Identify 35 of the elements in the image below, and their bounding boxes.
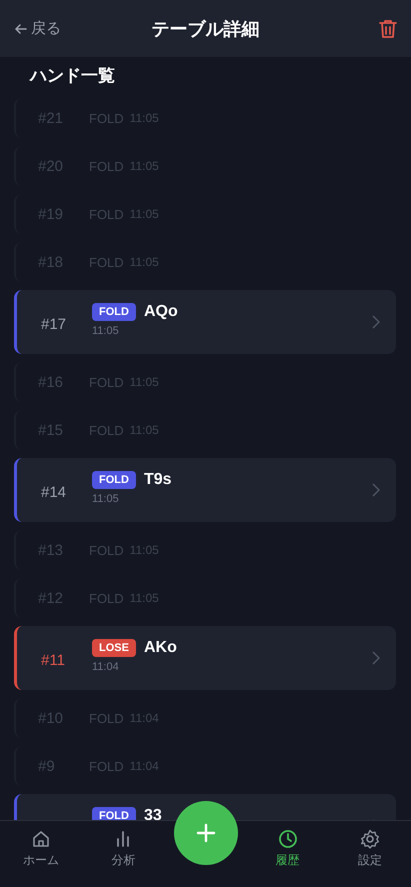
chevron-icon — [372, 315, 380, 329]
result-badge: LOSE — [92, 639, 136, 657]
screen-title: テーブル詳細 — [152, 18, 260, 40]
hand-cards: T9s — [144, 471, 172, 489]
nav-tab[interactable]: ホーム — [0, 829, 82, 869]
hand-card[interactable]: #14 FOLD T9s 11:05 — [14, 458, 396, 522]
clock-icon — [278, 829, 298, 849]
nav-tab[interactable]: 履歴 — [246, 829, 329, 869]
result-badge: FOLD — [92, 303, 136, 321]
hand-cards: AKo — [144, 639, 177, 657]
hand-time: 11:05 — [92, 325, 120, 337]
trash-icon — [379, 18, 397, 38]
hand-number: #11 — [41, 652, 66, 669]
delete-button[interactable] — [379, 18, 397, 38]
chevron-icon — [372, 483, 380, 497]
hand-cards: AQo — [144, 303, 178, 321]
hand-card[interactable]: #17 FOLD AQo 11:05 — [14, 290, 396, 354]
settings-icon — [360, 829, 380, 849]
chevron-icon — [372, 651, 380, 665]
hand-time: 11:05 — [92, 493, 120, 505]
plus-icon — [196, 823, 216, 843]
home-icon — [31, 829, 52, 849]
nav-tab[interactable]: 設定 — [328, 829, 411, 869]
back-button[interactable]: 戻る — [14, 19, 61, 38]
hand-card[interactable]: FOLD 33 — [14, 794, 396, 820]
result-badge: FOLD — [92, 807, 136, 820]
back-arrow-icon — [14, 22, 28, 36]
nav-tab[interactable]: 分析 — [82, 829, 164, 869]
hand-number: #14 — [41, 484, 68, 501]
hand-card[interactable]: #11 LOSE AKo 11:04 — [14, 626, 396, 690]
hand-cards: 33 — [144, 807, 162, 820]
section-title: ハンド一覧 — [30, 65, 116, 87]
hand-number: #17 — [41, 316, 68, 333]
result-badge: FOLD — [92, 471, 136, 489]
hand-time: 11:04 — [92, 661, 120, 673]
